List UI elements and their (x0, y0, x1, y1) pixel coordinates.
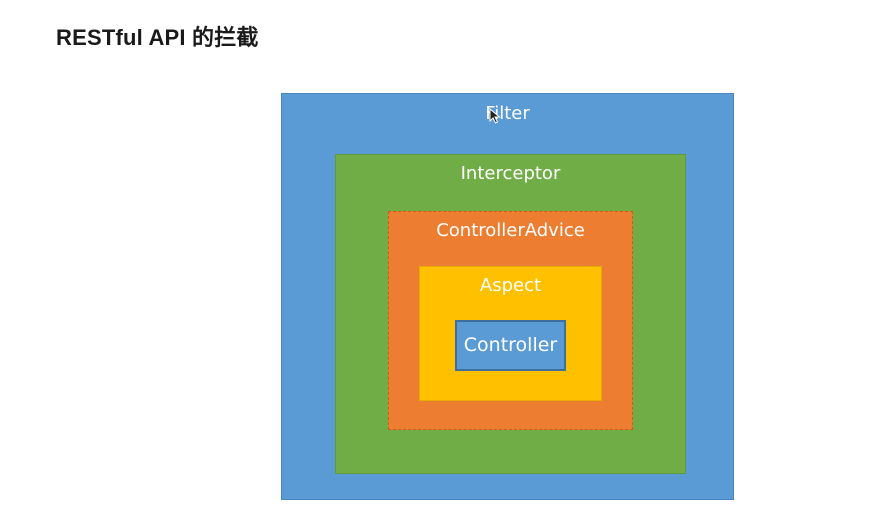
controller-layer: Controller (455, 320, 566, 371)
aspect-label: Aspect (479, 275, 542, 296)
controller-label: Controller (463, 334, 558, 356)
filter-label: Filter (485, 103, 530, 124)
mouse-cursor-icon (489, 108, 501, 124)
interceptor-label: Interceptor (460, 163, 561, 184)
page-title: RESTful API 的拦截 (56, 25, 259, 50)
controller-advice-label: ControllerAdvice (436, 220, 585, 241)
